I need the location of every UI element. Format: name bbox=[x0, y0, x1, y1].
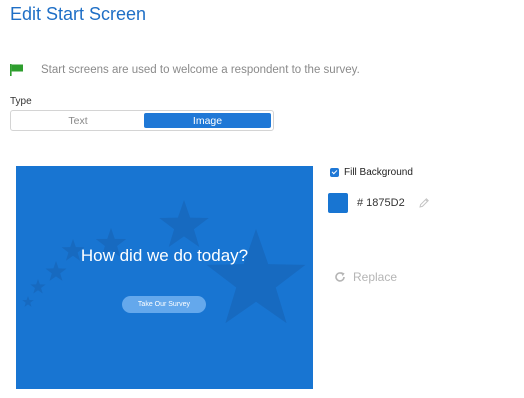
star-large bbox=[206, 229, 306, 324]
stars-decoration bbox=[22, 200, 306, 324]
preview-question: How did we do today? bbox=[80, 246, 249, 265]
hex-color-value: # 1875D2 bbox=[357, 197, 405, 209]
edit-start-screen-page: Edit Start Screen Start screens are used… bbox=[0, 0, 524, 398]
pencil-icon[interactable] bbox=[418, 197, 430, 209]
page-title: Edit Start Screen bbox=[10, 4, 147, 24]
type-segmented-control: Text Image bbox=[10, 110, 274, 131]
replace-button[interactable]: Replace bbox=[334, 270, 397, 284]
fill-background-checkbox[interactable] bbox=[330, 168, 339, 177]
color-swatch[interactable] bbox=[328, 193, 348, 213]
replace-label: Replace bbox=[353, 270, 398, 284]
type-label: Type bbox=[10, 96, 32, 107]
flag-icon bbox=[10, 64, 23, 76]
fill-background-label: Fill Background bbox=[344, 167, 413, 178]
take-survey-button[interactable]: Take Our Survey bbox=[122, 296, 206, 313]
info-text: Start screens are used to welcome a resp… bbox=[41, 64, 360, 76]
star-medium bbox=[159, 200, 209, 248]
info-row: Start screens are used to welcome a resp… bbox=[10, 64, 360, 76]
star-small-5 bbox=[22, 296, 34, 307]
type-option-image[interactable]: Image bbox=[144, 113, 271, 128]
type-option-text[interactable]: Text bbox=[13, 113, 143, 128]
fill-background-row: Fill Background bbox=[330, 167, 413, 178]
start-screen-preview[interactable]: How did we do today? Take Our Survey bbox=[16, 166, 313, 389]
refresh-icon bbox=[335, 272, 345, 282]
star-small-4 bbox=[30, 279, 46, 294]
